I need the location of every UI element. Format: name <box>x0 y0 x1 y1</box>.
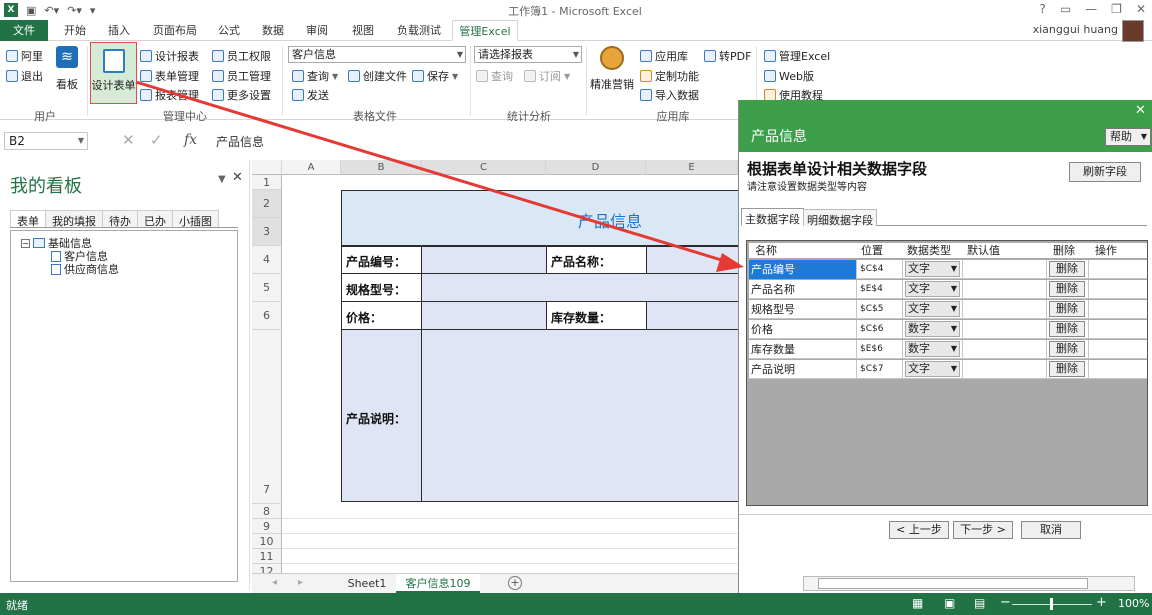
arrow-head <box>716 253 744 272</box>
arrow-shaft <box>135 80 729 264</box>
red-arrow-annotation <box>135 80 744 272</box>
